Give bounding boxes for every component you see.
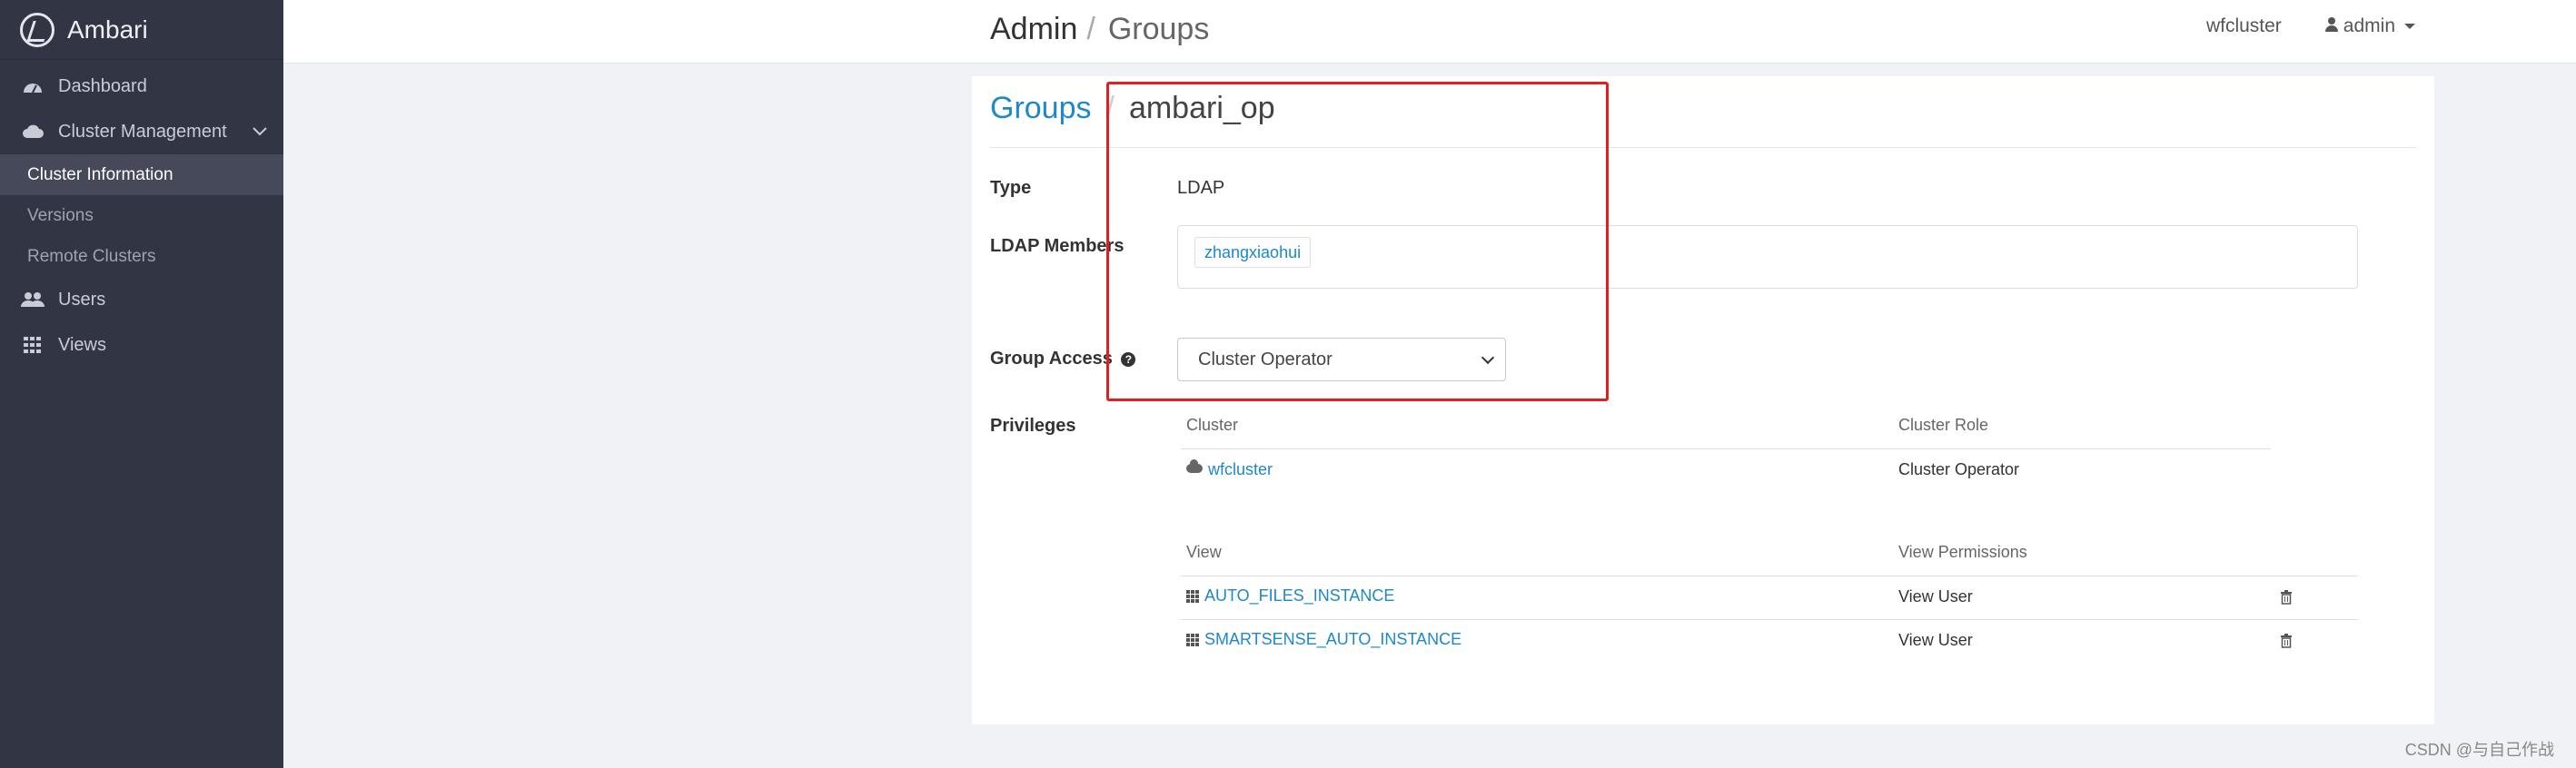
ambari-logo-icon	[20, 12, 54, 47]
view-row-permission: View User	[1898, 631, 1973, 649]
top-header: Admin / Groups wfcluster admin	[283, 0, 2576, 64]
breadcrumb-admin[interactable]: Admin	[990, 12, 1077, 47]
cluster-name[interactable]: wfcluster	[2206, 15, 2282, 37]
view-row-permission: View User	[1898, 587, 1973, 606]
cluster-row-link[interactable]: wfcluster	[1186, 458, 1273, 479]
sidebar-item-label: Cluster Management	[58, 121, 227, 142]
sidebar-item-views[interactable]: Views	[0, 322, 283, 368]
view-row-name[interactable]: SMARTSENSE_AUTO_INSTANCE	[1204, 630, 1461, 649]
sidebar-item-label: Views	[58, 334, 106, 355]
cluster-column-header: Cluster	[1186, 416, 1239, 434]
cloud-icon	[1186, 458, 1203, 473]
user-menu[interactable]: admin	[2343, 15, 2395, 37]
cluster-role-column-header: Cluster Role	[1898, 416, 1989, 434]
grid-icon	[1186, 589, 1199, 603]
sidebar: Ambari Dashboard Cluster Management Clus…	[0, 0, 283, 768]
ldap-members-label: LDAP Members	[990, 236, 1125, 256]
view-row-name[interactable]: AUTO_FILES_INSTANCE	[1204, 586, 1394, 606]
sidebar-subitem-cluster-information[interactable]: Cluster Information	[0, 154, 283, 195]
caret-down-icon[interactable]	[2404, 24, 2415, 29]
view-column-header: View	[1186, 543, 1222, 561]
cluster-row-name[interactable]: wfcluster	[1208, 460, 1273, 479]
trash-icon[interactable]	[2280, 634, 2293, 648]
sidebar-item-label: Users	[58, 289, 106, 310]
grid-icon	[1186, 633, 1199, 646]
brand[interactable]: Ambari	[0, 0, 283, 60]
view-row-link[interactable]: SMARTSENSE_AUTO_INSTANCE	[1186, 630, 1461, 649]
view-permissions-column-header: View Permissions	[1898, 543, 2027, 561]
cluster-row-role: Cluster Operator	[1898, 460, 2020, 478]
table-divider	[1181, 448, 2271, 449]
sidebar-item-label: Dashboard	[58, 75, 147, 96]
brand-name: Ambari	[67, 15, 148, 44]
grid-icon	[20, 337, 45, 353]
user-icon	[2324, 15, 2338, 37]
type-label: Type	[990, 178, 1032, 198]
trash-icon[interactable]	[2280, 590, 2293, 605]
table-divider	[1181, 619, 2358, 620]
groups-link[interactable]: Groups	[990, 91, 1092, 126]
sidebar-subitem-remote-clusters[interactable]: Remote Clusters	[0, 236, 283, 277]
dashboard-icon	[20, 78, 45, 94]
privileges-label: Privileges	[990, 416, 1076, 436]
breadcrumb: Admin / Groups	[990, 12, 1209, 47]
sidebar-item-users[interactable]: Users	[0, 277, 283, 322]
group-access-text: Group Access	[990, 349, 1113, 369]
view-row-link[interactable]: AUTO_FILES_INSTANCE	[1186, 586, 1394, 606]
sidebar-item-cluster-management[interactable]: Cluster Management	[0, 109, 283, 154]
highlight-box	[1106, 82, 1609, 401]
header-right: wfcluster admin	[2206, 15, 2415, 37]
breadcrumb-separator: /	[1086, 12, 1095, 46]
watermark: CSDN @与自己作战	[2404, 741, 2554, 759]
chevron-down-icon[interactable]	[251, 122, 269, 145]
cloud-icon	[20, 124, 45, 139]
users-icon	[20, 291, 45, 308]
sidebar-item-dashboard[interactable]: Dashboard	[0, 64, 283, 109]
breadcrumb-groups: Groups	[1107, 12, 1210, 46]
sidebar-subitem-versions[interactable]: Versions	[0, 195, 283, 236]
